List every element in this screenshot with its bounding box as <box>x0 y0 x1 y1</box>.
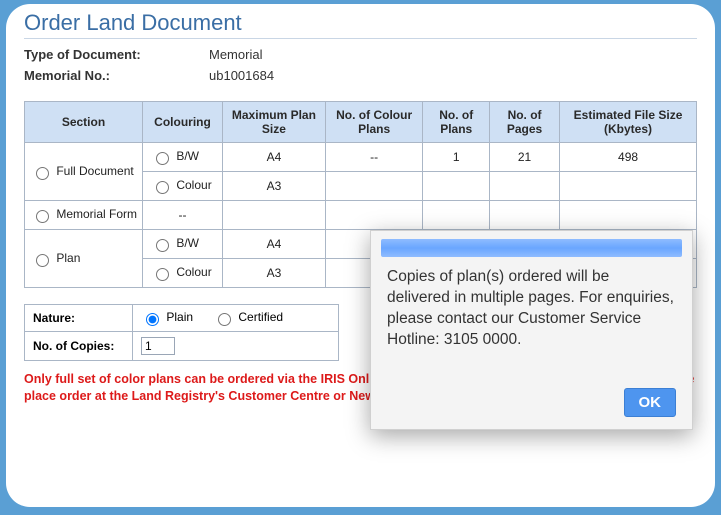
section-full-document-label: Full Document <box>56 164 133 178</box>
info-dialog: Copies of plan(s) ordered will be delive… <box>370 230 693 430</box>
col-colouring: Colouring <box>143 102 223 143</box>
copies-label: No. of Copies: <box>25 332 133 361</box>
copies-row: No. of Copies: <box>25 332 339 361</box>
col-no-colour-plans: No. of Colour Plans <box>325 102 423 143</box>
fulldoc-colour-pages <box>490 172 560 201</box>
plan-colour-max: A3 <box>223 259 326 288</box>
meta-memno-label: Memorial No.: <box>24 68 209 83</box>
plan-bw-max: A4 <box>223 230 326 259</box>
memform-plans <box>423 201 490 230</box>
col-no-pages: No. of Pages <box>490 102 560 143</box>
fulldoc-colour-plans <box>423 172 490 201</box>
options-table: Nature: Plain Certified No. of Copies: <box>24 304 339 361</box>
nature-plain-label: Plain <box>166 310 193 324</box>
col-max-plan-size: Maximum Plan Size <box>223 102 326 143</box>
dialog-title-bar[interactable] <box>381 239 682 257</box>
memform-max <box>223 201 326 230</box>
nature-label: Nature: <box>25 305 133 332</box>
table-row: Memorial Form -- <box>25 201 697 230</box>
plan-colour-radio[interactable] <box>156 268 169 281</box>
ok-button[interactable]: OK <box>624 388 677 417</box>
plan-bw-label: B/W <box>176 236 199 250</box>
col-est-size: Estimated File Size (Kbytes) <box>560 102 697 143</box>
dialog-message: Copies of plan(s) ordered will be delive… <box>381 267 682 351</box>
section-plan-label: Plan <box>56 251 80 265</box>
fulldoc-bw-colour-plans: -- <box>325 143 423 172</box>
meta-memno-value: ub1001684 <box>209 68 274 83</box>
fulldoc-bw-max: A4 <box>223 143 326 172</box>
fulldoc-bw-radio[interactable] <box>156 152 169 165</box>
fulldoc-colour-radio[interactable] <box>156 181 169 194</box>
fulldoc-bw-plans: 1 <box>423 143 490 172</box>
meta-type-value: Memorial <box>209 47 262 62</box>
memform-colouring: -- <box>143 201 223 230</box>
nature-certified-radio[interactable] <box>218 313 231 326</box>
fulldoc-colour-label: Colour <box>176 178 211 192</box>
section-memorial-form-label: Memorial Form <box>56 207 137 221</box>
plan-bw-radio[interactable] <box>156 239 169 252</box>
copies-input[interactable] <box>141 337 175 355</box>
meta-type-label: Type of Document: <box>24 47 209 62</box>
meta-type-row: Type of Document: Memorial <box>24 47 697 62</box>
section-full-document-radio[interactable] <box>36 167 49 180</box>
table-row: Full Document B/W A4 -- 1 21 498 <box>25 143 697 172</box>
page-title: Order Land Document <box>24 10 697 39</box>
fulldoc-colour-colour-plans <box>325 172 423 201</box>
fulldoc-bw-label: B/W <box>176 149 199 163</box>
nature-certified-label: Certified <box>238 310 283 324</box>
fulldoc-colour-size <box>560 172 697 201</box>
nature-plain-radio[interactable] <box>146 313 159 326</box>
meta-memno-row: Memorial No.: ub1001684 <box>24 68 697 83</box>
col-section: Section <box>25 102 143 143</box>
memform-size <box>560 201 697 230</box>
section-plan-radio[interactable] <box>36 254 49 267</box>
section-memorial-form-radio[interactable] <box>36 210 49 223</box>
col-no-plans: No. of Plans <box>423 102 490 143</box>
order-land-document-panel: Order Land Document Type of Document: Me… <box>6 4 715 507</box>
nature-row: Nature: Plain Certified <box>25 305 339 332</box>
plan-colour-label: Colour <box>176 265 211 279</box>
fulldoc-colour-max: A3 <box>223 172 326 201</box>
fulldoc-bw-pages: 21 <box>490 143 560 172</box>
memform-colour-plans <box>325 201 423 230</box>
fulldoc-bw-size: 498 <box>560 143 697 172</box>
memform-pages <box>490 201 560 230</box>
